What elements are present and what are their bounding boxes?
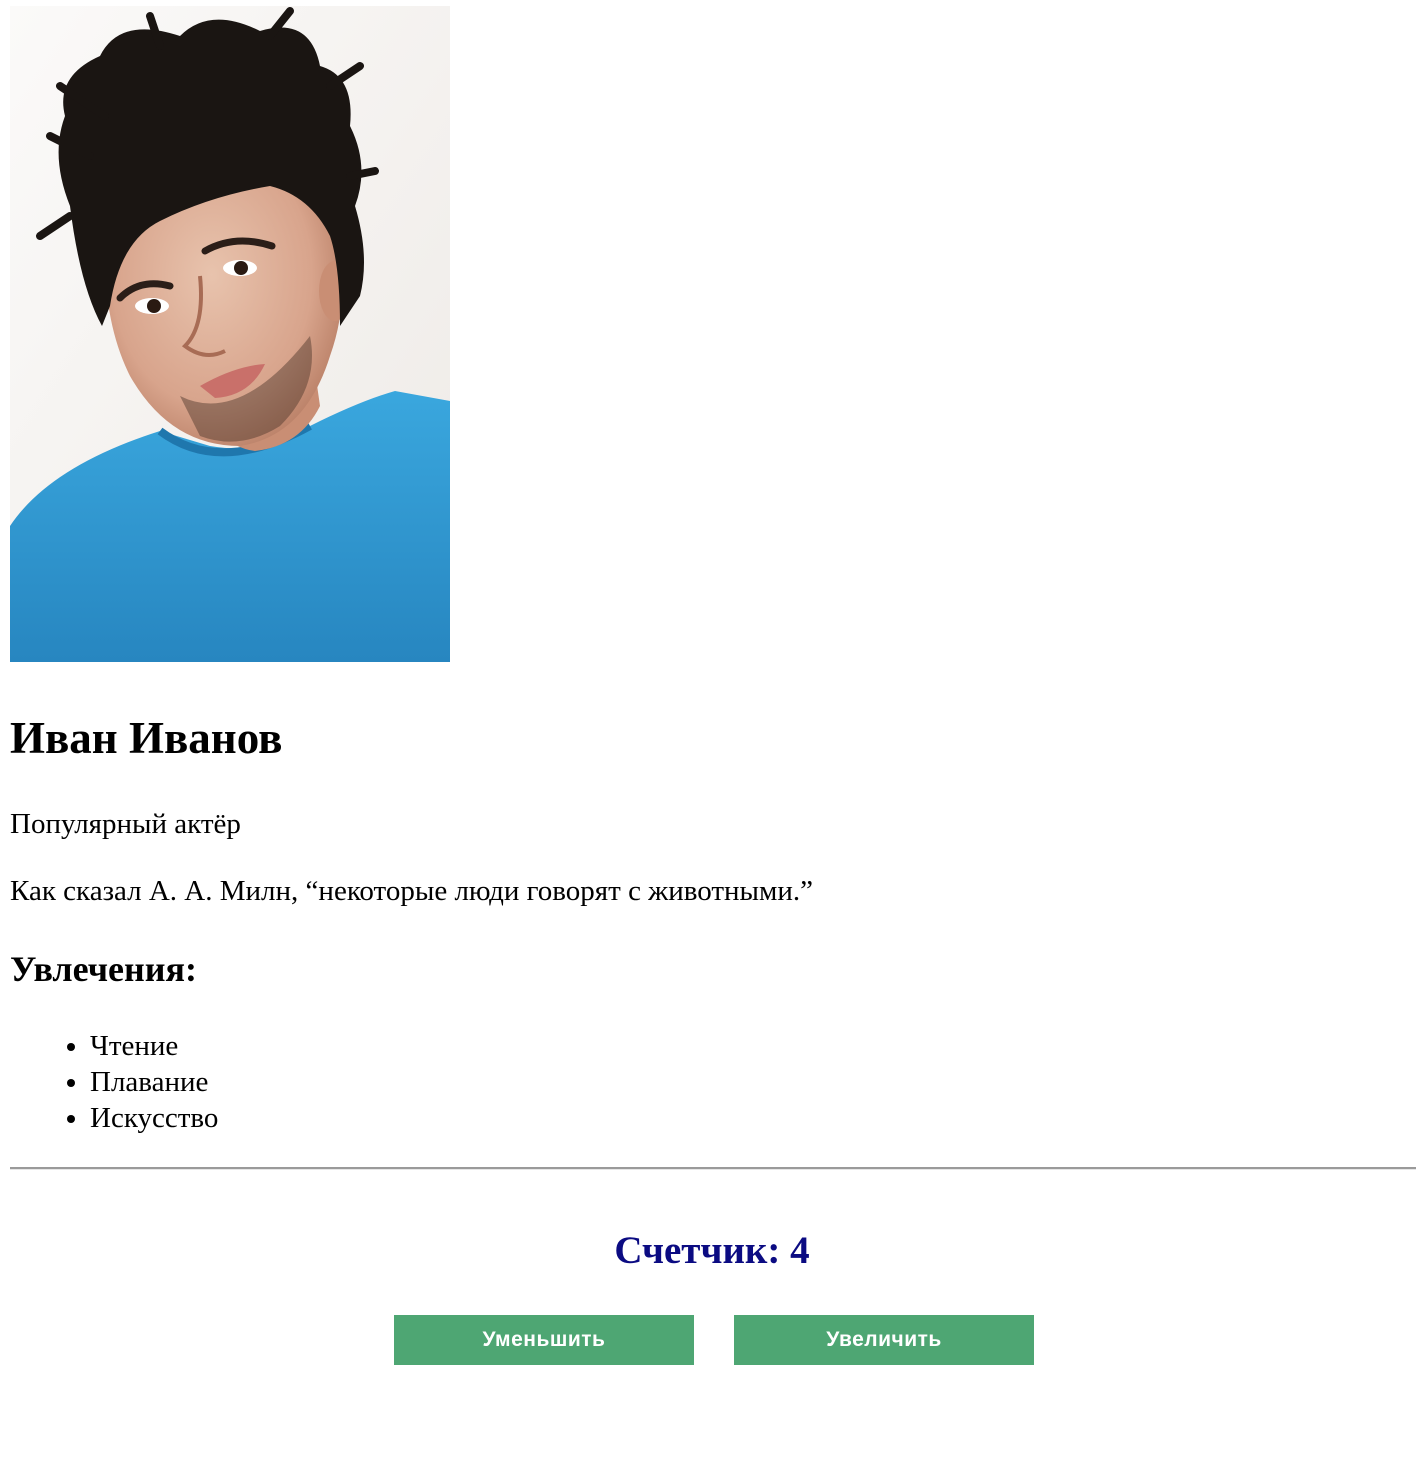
section-divider — [10, 1167, 1416, 1170]
increment-button[interactable]: Увеличить — [734, 1315, 1034, 1365]
profile-photo — [10, 6, 450, 662]
hobby-item: Плавание — [90, 1064, 218, 1100]
hobby-item: Искусство — [90, 1100, 218, 1136]
counter-display: Счетчик: 4 — [614, 1229, 810, 1272]
hobby-item: Чтение — [90, 1028, 218, 1064]
profile-photo-image — [10, 6, 450, 662]
decrement-button[interactable]: Уменьшить — [394, 1315, 694, 1365]
hobbies-heading: Увлечения: — [10, 949, 197, 989]
hobbies-list: Чтение Плавание Искусство — [10, 1028, 218, 1136]
profile-name: Иван Иванов — [10, 713, 283, 763]
profile-subtitle: Популярный актёр — [10, 808, 241, 840]
profile-quote: Как сказал А. А. Милн, “некоторые люди г… — [10, 875, 814, 907]
